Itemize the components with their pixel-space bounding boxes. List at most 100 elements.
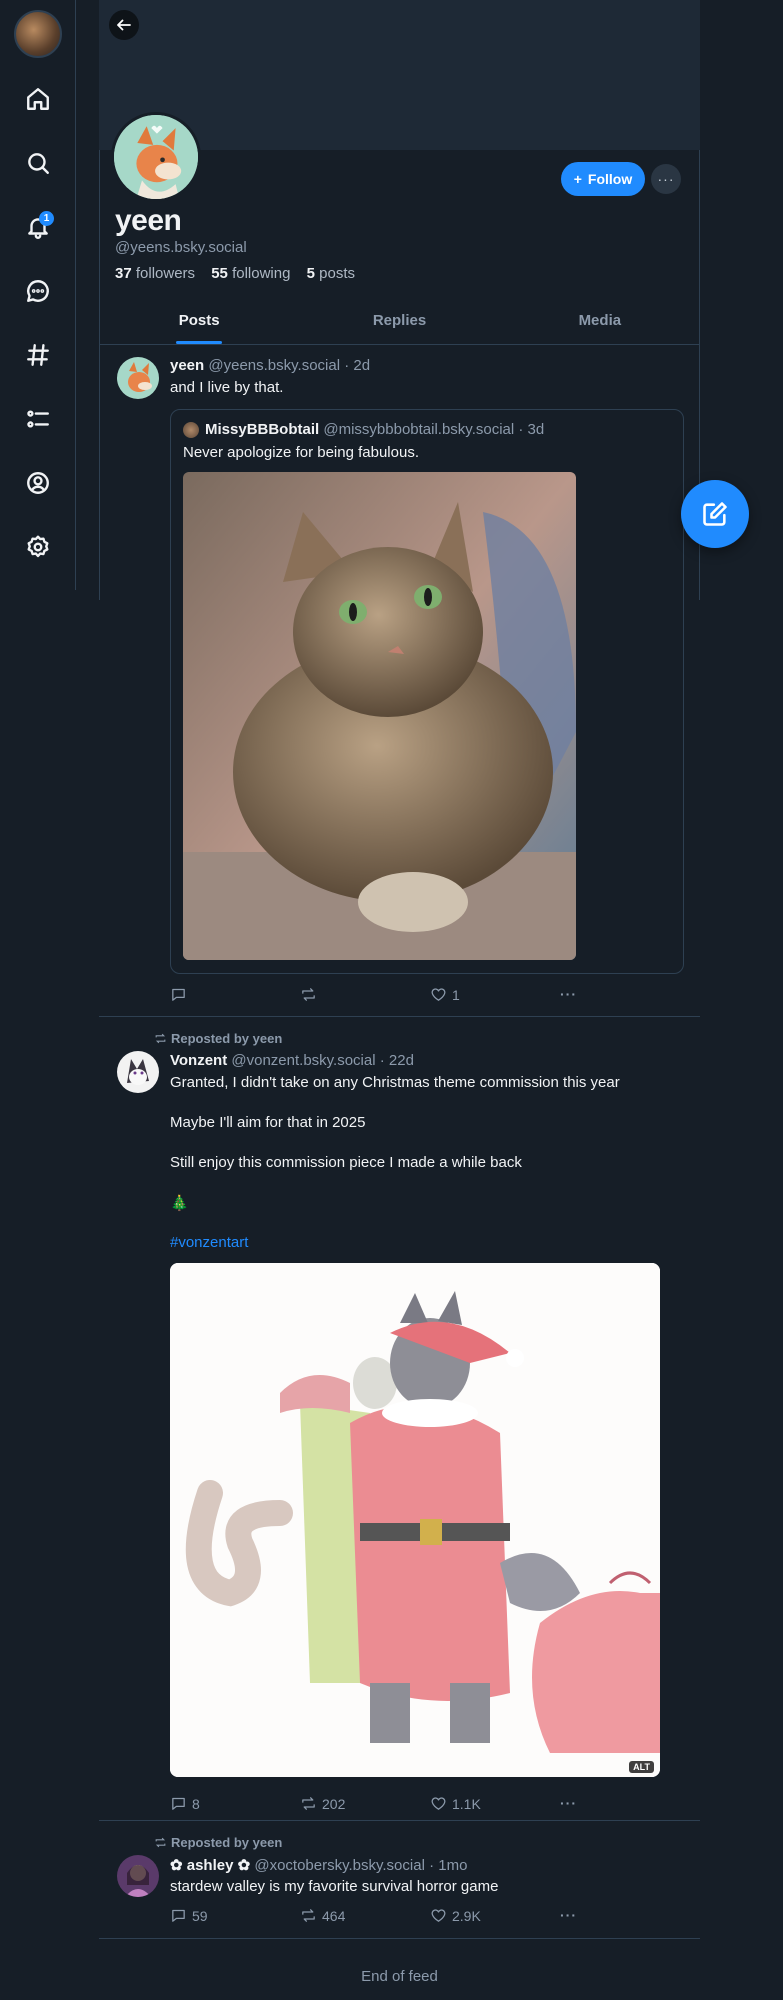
post-author-avatar[interactable] [117,357,159,399]
repost-icon [155,1837,166,1848]
tab-media[interactable]: Media [500,302,700,344]
post-actions: 59 464 2.9K ··· [170,1907,590,1927]
post-text-line: Still enjoy this commission piece I made… [170,1154,522,1171]
main-column: + Follow ··· yeen @yeens.bsky.social 37 … [99,0,700,2000]
post-author-name[interactable]: Vonzent [170,1052,227,1069]
post-author-avatar[interactable] [117,1855,159,1897]
settings-icon[interactable] [20,529,56,565]
repost-indicator[interactable]: Reposted by yeen [154,1031,282,1046]
post-actions: 8 202 1.1K ··· [170,1795,590,1815]
post-author-avatar[interactable] [117,1051,159,1093]
post-header: Vonzent @vonzent.bsky.social · 22d [170,1052,414,1069]
post-text-line: 🎄 [170,1195,189,1212]
post-actions: 1 ··· [170,986,590,1006]
posts-count: 5 posts [306,265,355,282]
reply-button[interactable]: 59 [170,1907,208,1924]
tab-replies[interactable]: Replies [299,302,499,344]
feed-post[interactable]: Reposted by yeen ✿ ashley ✿ @xoctobersky… [99,1821,700,1939]
feed-post[interactable]: yeen @yeens.bsky.social · 2d and I live … [99,345,700,1017]
reply-icon [172,1909,185,1922]
back-button[interactable] [109,10,139,40]
post-author-handle[interactable]: @xoctobersky.bsky.social [254,1857,425,1874]
reply-button[interactable] [170,986,192,1003]
follow-button[interactable]: + Follow [561,162,645,196]
list-icon[interactable] [20,401,56,437]
post-more-button[interactable]: ··· [560,1907,577,1923]
post-author-name[interactable]: yeen [170,357,204,374]
christmas-commission-artwork [170,1263,660,1777]
chat-icon[interactable] [20,273,56,309]
compose-button[interactable] [681,480,749,548]
repost-icon [302,1909,315,1922]
repost-icon [302,988,315,1001]
repost-button[interactable]: 464 [300,1907,345,1924]
post-text: and I live by that. [170,379,284,396]
profile-handle: @yeens.bsky.social [115,239,247,256]
follow-label: Follow [587,171,633,187]
hashtag-icon[interactable] [20,337,56,373]
post-timestamp[interactable]: · 2d [344,357,370,374]
reply-icon [172,988,185,1001]
reply-icon [172,1797,185,1810]
post-image[interactable]: ALT [170,1263,660,1777]
wolf-avatar-image [117,1051,159,1093]
post-text: stardew valley is my favorite survival h… [170,1878,499,1895]
reply-button[interactable]: 8 [170,1795,200,1812]
following-link[interactable]: 55 following [211,265,296,282]
quote-author-name: MissyBBBobtail [205,421,320,438]
hashtag-link[interactable]: #vonzentart [170,1234,248,1251]
post-more-button[interactable]: ··· [560,1795,577,1811]
post-author-handle[interactable]: @yeens.bsky.social [208,357,340,374]
repost-button[interactable] [300,986,322,1003]
post-more-button[interactable]: ··· [560,986,577,1002]
post-header: ✿ ashley ✿ @xoctobersky.bsky.social · 1m… [170,1856,467,1874]
alt-badge[interactable]: ALT [629,1761,654,1773]
profile-icon[interactable] [20,465,56,501]
followers-link[interactable]: 37 followers [115,265,201,282]
repost-icon [155,1033,166,1044]
search-icon[interactable] [20,145,56,181]
heart-icon [431,1909,446,1922]
profile-avatar[interactable] [111,112,201,202]
repost-button[interactable]: 202 [300,1795,345,1812]
end-of-feed-label: End of feed [361,1968,438,1985]
like-button[interactable]: 1 [430,986,460,1003]
heart-icon [431,1797,446,1810]
nav-avatar[interactable] [14,10,62,58]
post-timestamp[interactable]: · 22d [380,1052,414,1069]
post-timestamp[interactable]: · 1mo [429,1857,467,1874]
like-button[interactable]: 1.1K [430,1795,481,1812]
compose-icon [703,502,727,526]
cat-photo[interactable] [183,472,576,960]
post-text-line: Maybe I'll aim for that in 2025 [170,1114,366,1131]
post-text-line: Granted, I didn't take on any Christmas … [170,1074,620,1091]
plus-icon: + [573,171,582,187]
fox-avatar-image [117,357,159,399]
quote-header: MissyBBBobtail @missybbbobtail.bsky.soci… [205,421,544,438]
like-button[interactable]: 2.9K [430,1907,481,1924]
home-icon[interactable] [20,81,56,117]
notification-badge: 1 [39,211,54,226]
left-nav: 1 [0,0,76,590]
quoted-post[interactable]: MissyBBBobtail @missybbbobtail.bsky.soci… [170,409,684,974]
heart-icon [431,988,446,1001]
profile-tabs: Posts Replies Media [99,302,700,345]
profile-display-name: yeen [115,204,182,237]
repost-icon [302,1797,315,1810]
repost-indicator[interactable]: Reposted by yeen [154,1835,282,1850]
bell-icon[interactable]: 1 [20,209,56,245]
fox-avatar-image [114,115,198,199]
quote-author-avatar [183,422,199,438]
tab-posts[interactable]: Posts [99,302,299,344]
profile-stats: 37 followers 55 following 5 posts [115,265,367,282]
profile-more-button[interactable]: ··· [651,164,681,194]
quote-text: Never apologize for being fabulous. [183,444,419,461]
post-header: yeen @yeens.bsky.social · 2d [170,357,370,374]
post-author-handle[interactable]: @vonzent.bsky.social [231,1052,375,1069]
quote-author-handle: @missybbbobtail.bsky.social [323,421,515,438]
quote-timestamp: · 3d [518,421,545,438]
ashley-avatar-image [117,1855,159,1897]
arrow-left-icon [117,19,131,31]
post-author-name[interactable]: ✿ ashley ✿ [170,1857,250,1874]
feed-post[interactable]: Reposted by yeen Vonzent @vonzent.bsky.s… [99,1017,700,1821]
